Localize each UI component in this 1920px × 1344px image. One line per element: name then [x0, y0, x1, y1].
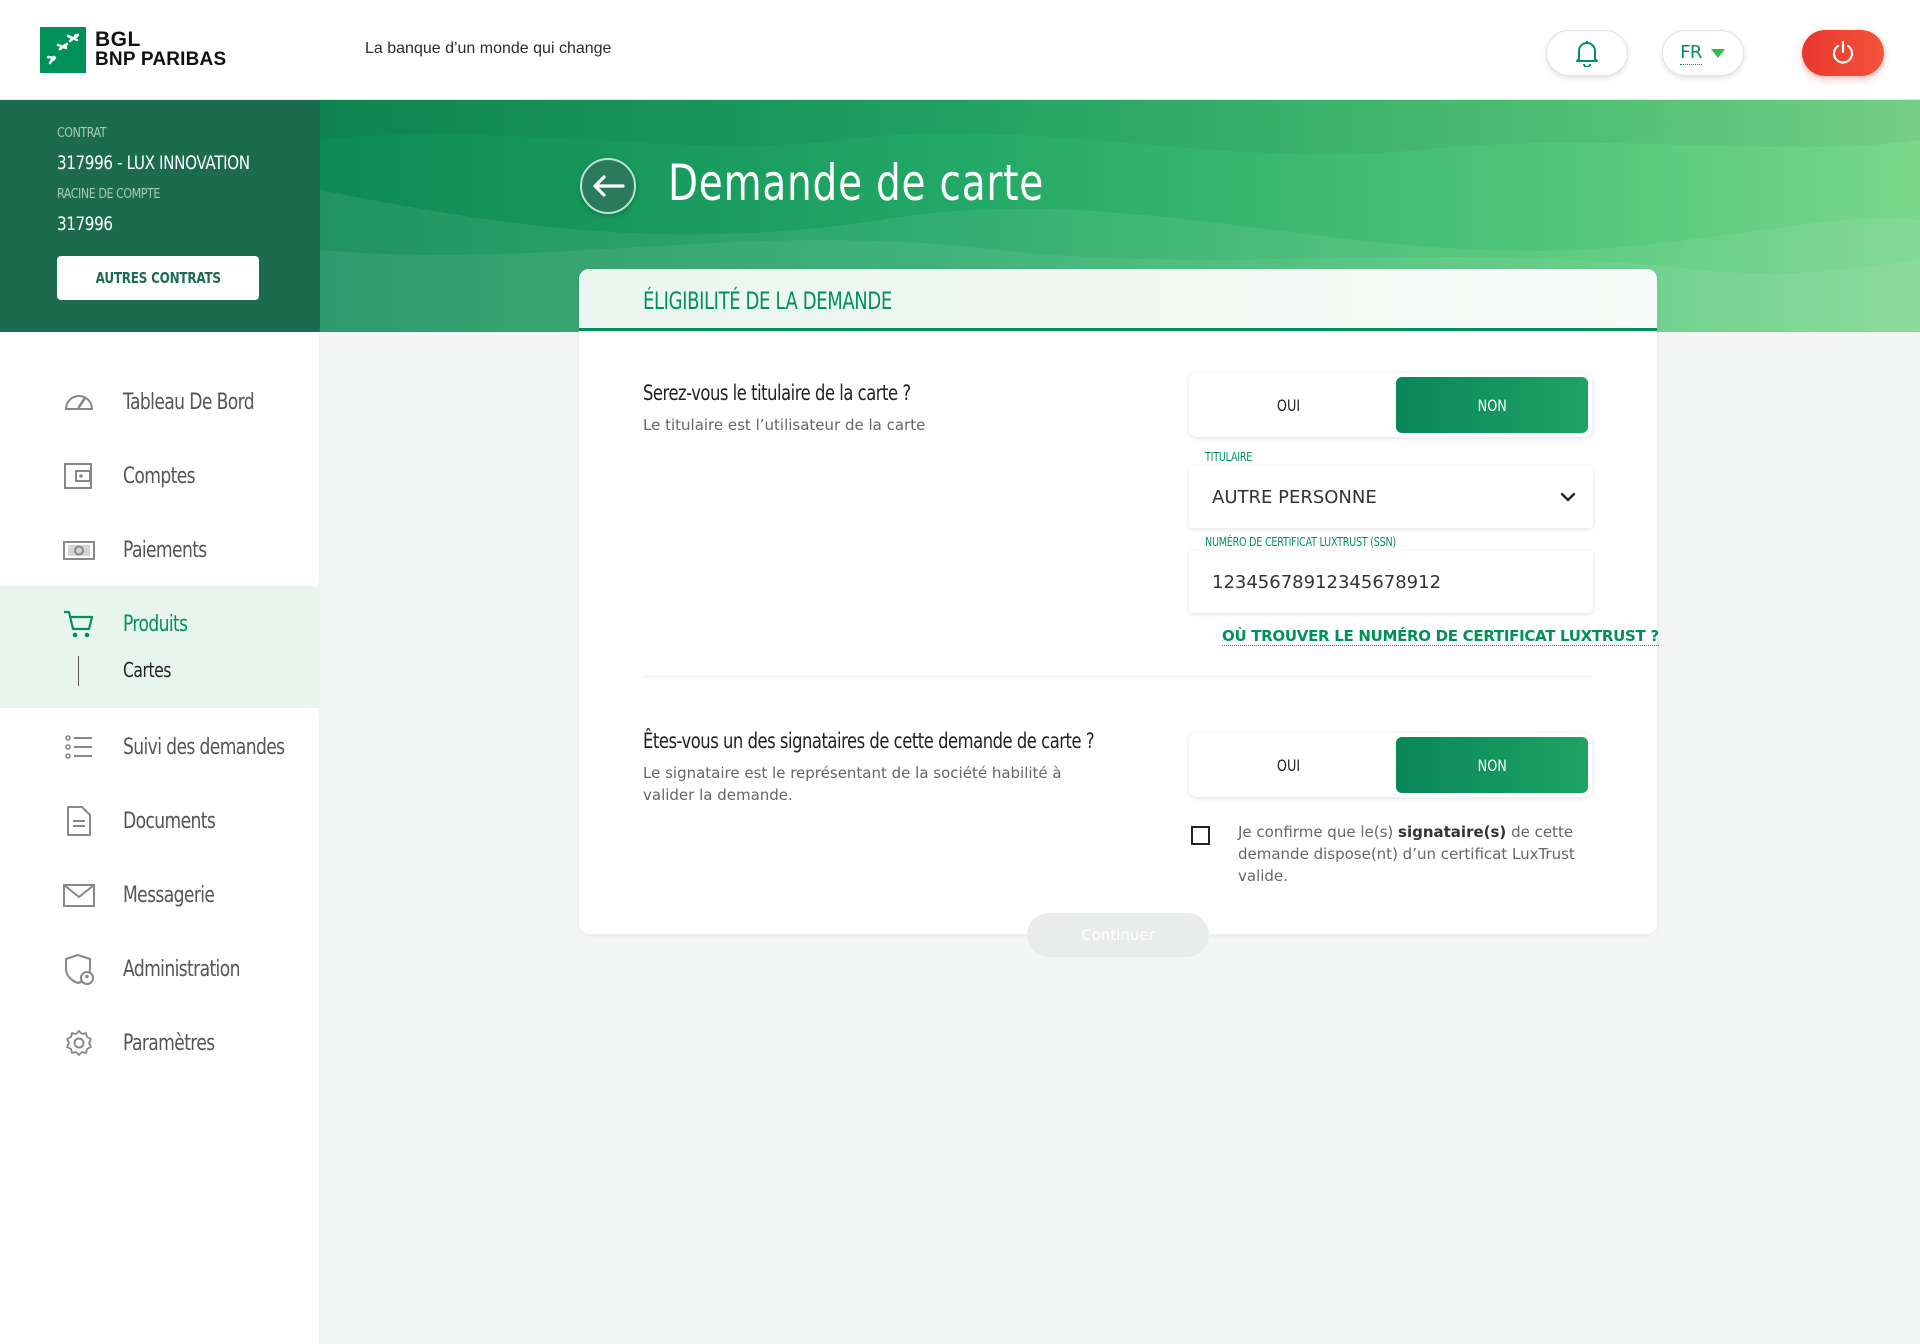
- notifications-button[interactable]: [1546, 30, 1628, 76]
- list-icon: [65, 735, 92, 759]
- back-button[interactable]: [580, 158, 636, 214]
- sidebar-subitem-cartes[interactable]: Cartes: [123, 658, 171, 682]
- shield-user-icon: [65, 954, 94, 985]
- other-contracts-button[interactable]: AUTRES CONTRATS: [57, 256, 259, 300]
- section-title: ÉLIGIBILITÉ DE LA DEMANDE: [643, 287, 892, 315]
- signatory-toggle: OUI NON: [1189, 733, 1592, 797]
- confirm-text: Je confirme que le(s) signataire(s) de c…: [1238, 823, 1575, 885]
- sidebar-nav: Tableau De Bord Comptes Paiements Produi…: [0, 332, 320, 1344]
- holder-select[interactable]: TITULAIRE AUTRE PERSONNE: [1189, 450, 1593, 528]
- holder-select-value: AUTRE PERSONNE: [1212, 487, 1377, 508]
- sidebar-item-paiements[interactable]: Paiements: [0, 513, 320, 587]
- question-holder-subtitle: Le titulaire est l’utilisateur de la car…: [643, 416, 926, 434]
- wallet-icon: [64, 463, 92, 489]
- luxtrust-certificate-value: 12345678912345678912: [1212, 572, 1442, 593]
- divider: [643, 676, 1593, 677]
- language-label: FR: [1680, 41, 1702, 65]
- chevron-down-icon: [1560, 492, 1576, 502]
- account-root-label: RACINE DE COMPTE: [57, 187, 160, 202]
- sidebar-item-suivi-des-demandes[interactable]: Suivi des demandes: [0, 710, 320, 784]
- sidebar-item-label: Administration: [123, 956, 240, 982]
- continue-button[interactable]: Continuer: [1027, 913, 1209, 957]
- sidebar-item-label: Paramètres: [123, 1030, 215, 1056]
- language-selector[interactable]: FR: [1662, 30, 1744, 76]
- holder-no-option[interactable]: NON: [1396, 377, 1588, 433]
- holder-toggle: OUI NON: [1189, 373, 1592, 437]
- sidebar-item-parametres[interactable]: Paramètres: [0, 1006, 320, 1080]
- arrow-left-icon: [593, 175, 625, 197]
- bnp-stars-icon: [40, 27, 86, 73]
- luxtrust-help-link[interactable]: OÙ TROUVER LE NUMÉRO DE CERTIFICAT LUXTR…: [1222, 627, 1659, 646]
- sidebar-item-administration[interactable]: Administration: [0, 932, 320, 1006]
- sidebar-item-label: Suivi des demandes: [123, 734, 285, 760]
- document-icon: [67, 806, 91, 836]
- brand-line-1: BGL: [95, 28, 141, 51]
- holder-yes-option[interactable]: OUI: [1193, 377, 1385, 433]
- power-icon: [1832, 40, 1854, 64]
- banknote-icon: [63, 541, 95, 560]
- sidebar-item-label: Tableau De Bord: [123, 389, 255, 415]
- caret-down-icon: [1710, 49, 1725, 58]
- top-bar: BGL BNP PARIBAS La banque d’un monde qui…: [0, 0, 1920, 100]
- sidebar-item-comptes[interactable]: Comptes: [0, 439, 320, 513]
- contract-label: CONTRAT: [57, 126, 107, 141]
- sidebar-item-label: Paiements: [123, 537, 207, 563]
- sidebar-item-label: Produits: [123, 611, 188, 637]
- contract-panel: CONTRAT 317996 - LUX INNOVATION RACINE D…: [0, 100, 320, 332]
- sidebar-item-label: Comptes: [123, 463, 196, 489]
- sidebar-item-produits[interactable]: Produits: [0, 587, 320, 661]
- gear-icon: [66, 1030, 92, 1056]
- card-header: ÉLIGIBILITÉ DE LA DEMANDE: [579, 269, 1657, 331]
- question-signatory-subtitle: Le signataire est le représentant de la …: [643, 764, 1062, 804]
- signatory-yes-option[interactable]: OUI: [1193, 737, 1385, 793]
- page-title: Demande de carte: [668, 154, 1045, 212]
- bgl-logo[interactable]: BGL BNP PARIBAS: [40, 27, 226, 73]
- contract-value: 317996 - LUX INNOVATION: [57, 152, 250, 174]
- sidebar-item-label: Documents: [123, 808, 216, 834]
- luxtrust-certificate-label: NUMÉRO DE CERTIFICAT LUXTRUST (SSN): [1205, 535, 1396, 549]
- confirm-checkbox[interactable]: [1191, 826, 1210, 845]
- dashboard-icon: [64, 395, 94, 410]
- sidebar-item-label: Messagerie: [123, 882, 215, 908]
- sidebar-item-documents[interactable]: Documents: [0, 784, 320, 858]
- brand-line-2: BNP PARIBAS: [95, 49, 227, 70]
- holder-select-label: TITULAIRE: [1205, 450, 1253, 464]
- question-holder-title: Serez-vous le titulaire de la carte ?: [643, 381, 911, 405]
- signatory-no-option[interactable]: NON: [1396, 737, 1588, 793]
- mail-icon: [63, 884, 95, 907]
- cart-icon: [64, 610, 94, 638]
- sidebar-item-tableau-de-bord[interactable]: Tableau De Bord: [0, 365, 320, 439]
- tagline: La banque d’un monde qui change: [365, 40, 612, 57]
- question-signatory-title: Êtes-vous un des signataires de cette de…: [643, 729, 1095, 753]
- account-root-value: 317996: [57, 213, 113, 235]
- logout-button[interactable]: [1802, 30, 1884, 76]
- bell-icon: [1576, 41, 1598, 67]
- luxtrust-certificate-field[interactable]: NUMÉRO DE CERTIFICAT LUXTRUST (SSN) 1234…: [1189, 535, 1593, 613]
- sidebar-item-messagerie[interactable]: Messagerie: [0, 858, 320, 932]
